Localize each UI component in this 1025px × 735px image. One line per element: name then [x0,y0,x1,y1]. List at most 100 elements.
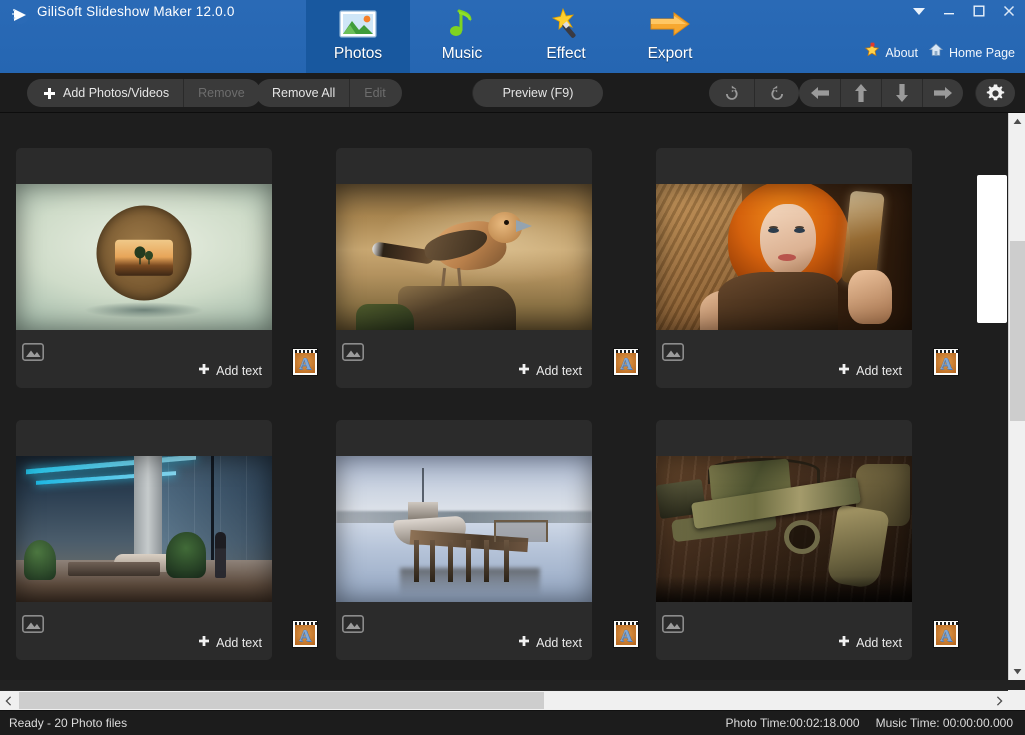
toolbar-rotate-group [709,79,799,107]
transition-letter: A [620,627,632,644]
tab-export-label: Export [648,45,693,63]
add-text-label: Add text [856,636,902,650]
seed-orb-photo [16,184,272,330]
add-text-button[interactable]: Add text [198,635,262,650]
rotate-left-button[interactable] [709,79,754,107]
tab-photos[interactable]: Photos [306,0,410,73]
maximize-button[interactable] [971,3,987,19]
gear-icon [985,83,1006,104]
horizontal-scroll-thumb[interactable] [19,692,544,709]
photo-thumbnail[interactable] [16,184,272,330]
transition-letter: A [940,355,952,372]
minimize-button[interactable] [941,3,957,19]
rotate-ccw-icon [722,84,741,103]
status-photo-time: Photo Time:00:02:18.000 [725,716,859,730]
text-transition-icon[interactable]: A [613,348,639,376]
picture-placeholder-icon[interactable] [22,343,44,366]
star-icon [864,42,880,63]
arrow-right-icon [648,5,692,43]
add-text-button[interactable]: Add text [198,363,262,378]
photo-thumbnail[interactable] [656,456,912,602]
photo-list-workspace[interactable]: Add text A [0,113,1008,680]
close-button[interactable] [1001,3,1017,19]
remove-all-label: Remove All [272,86,335,100]
plus-icon [198,363,210,378]
plus-icon [43,87,56,100]
window-title: GiliSoft Slideshow Maker 12.0.0 [37,4,235,19]
home-page-link[interactable]: Home Page [928,42,1015,63]
add-photos-videos-button[interactable]: Add Photos/Videos [27,79,183,107]
add-text-button[interactable]: Add text [518,363,582,378]
add-text-label: Add text [216,636,262,650]
add-text-label: Add text [536,636,582,650]
scroll-down-button[interactable] [1009,663,1025,680]
rotate-right-button[interactable] [754,79,799,107]
scroll-left-button[interactable] [0,691,17,710]
window-controls [911,3,1017,19]
plus-icon [518,363,530,378]
settings-button[interactable] [975,79,1015,107]
preview-button[interactable]: Preview (F9) [472,79,603,107]
vertical-scrollbar[interactable] [1008,113,1025,680]
photo-thumbnail[interactable] [336,184,592,330]
toolbar-settings-group [975,79,1015,107]
add-text-button[interactable]: Add text [518,635,582,650]
move-left-button[interactable] [799,79,840,107]
tab-music[interactable]: Music [410,0,514,73]
photo-card[interactable]: Add text [656,148,912,388]
add-text-button[interactable]: Add text [838,363,902,378]
photo-thumbnail[interactable] [16,456,272,602]
title-bar: GiliSoft Slideshow Maker 12.0.0 [0,0,1025,73]
horizontal-scrollbar[interactable] [0,690,1008,710]
photo-thumbnail[interactable] [336,456,592,602]
picture-placeholder-icon[interactable] [342,343,364,366]
magic-wand-icon [548,5,584,43]
text-transition-icon[interactable]: A [933,348,959,376]
remove-button[interactable]: Remove [183,79,261,107]
toolbar-preview-group: Preview (F9) [472,79,603,107]
status-times: Photo Time:00:02:18.000 Music Time: 00:0… [725,716,1013,730]
text-transition-icon[interactable]: A [292,348,318,376]
photo-thumbnail[interactable] [656,184,912,330]
add-text-button[interactable]: Add text [838,635,902,650]
arrow-down-icon [894,83,910,103]
scroll-right-button[interactable] [991,691,1008,710]
photo-card[interactable]: Add text [16,420,272,660]
photo-card[interactable]: Add text [336,148,592,388]
text-transition-icon[interactable]: A [292,620,318,648]
steampunk-woman-photo [656,184,912,330]
move-up-button[interactable] [840,79,881,107]
photo-card-partial[interactable] [977,175,1007,323]
add-text-label: Add text [216,364,262,378]
edit-button[interactable]: Edit [349,79,402,107]
text-transition-icon[interactable]: A [613,620,639,648]
move-down-button[interactable] [881,79,922,107]
photo-card[interactable]: Add text [656,420,912,660]
tab-effect[interactable]: Effect [514,0,618,73]
scroll-up-button[interactable] [1009,113,1025,130]
photo-card[interactable]: Add text [16,148,272,388]
about-link[interactable]: About [864,42,918,63]
add-text-label: Add text [536,364,582,378]
picture-placeholder-icon[interactable] [342,615,364,638]
showroom-interior-photo [16,456,272,602]
text-transition-icon[interactable]: A [933,620,959,648]
vertical-scroll-thumb[interactable] [1010,241,1025,421]
remove-label: Remove [198,86,245,100]
transition-letter: A [940,627,952,644]
header-links: About Home Page [864,42,1015,63]
music-note-icon [445,5,479,43]
move-right-button[interactable] [922,79,963,107]
picture-placeholder-icon[interactable] [22,615,44,638]
picture-placeholder-icon[interactable] [662,343,684,366]
plus-icon [198,635,210,650]
play-logo-icon [10,5,30,25]
toolbar: Add Photos/Videos Remove Remove All Edit… [0,73,1025,113]
tab-export[interactable]: Export [618,0,722,73]
skin-menu-button[interactable] [911,3,927,19]
scrollbar-corner [1008,690,1025,710]
rotate-cw-icon [768,84,787,103]
remove-all-button[interactable]: Remove All [256,79,349,107]
photo-card[interactable]: Add text [336,420,592,660]
picture-placeholder-icon[interactable] [662,615,684,638]
